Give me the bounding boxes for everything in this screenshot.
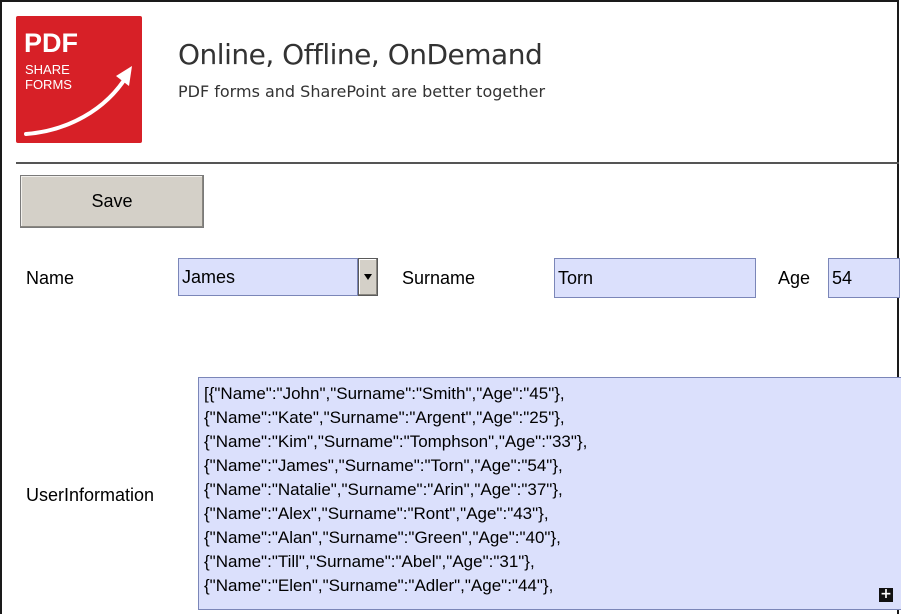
textarea-line: {"Name":"Kim","Surname":"Tomphson","Age"… bbox=[204, 432, 588, 451]
plus-icon[interactable]: + bbox=[879, 587, 893, 602]
userinformation-label: UserInformation bbox=[26, 485, 155, 505]
header-divider bbox=[16, 162, 899, 164]
surname-label: Surname bbox=[402, 268, 476, 288]
textarea-line: {"Name":"Elen","Surname":"Adler","Age":"… bbox=[204, 576, 554, 595]
name-dropdown-value: James bbox=[182, 266, 236, 287]
age-field-value: 54 bbox=[832, 267, 853, 288]
textarea-line: {"Name":"Natalie","Surname":"Arin","Age"… bbox=[204, 480, 563, 499]
userinformation-textarea[interactable]: [{"Name":"John","Surname":"Smith","Age":… bbox=[198, 377, 901, 610]
age-field[interactable]: 54 bbox=[828, 258, 900, 298]
pdf-share-forms-logo: PDF SHARE FORMS bbox=[16, 16, 142, 143]
save-button[interactable]: Save bbox=[20, 175, 204, 228]
surname-field[interactable]: Torn bbox=[554, 258, 756, 298]
chevron-down-icon bbox=[364, 274, 372, 280]
textarea-line: {"Name":"Alan","Surname":"Green","Age":"… bbox=[204, 528, 561, 547]
page-title: Online, Offline, OnDemand bbox=[178, 38, 543, 71]
textarea-line: {"Name":"James","Surname":"Torn","Age":"… bbox=[204, 456, 563, 475]
textarea-line: [{"Name":"John","Surname":"Smith","Age":… bbox=[204, 384, 565, 403]
textarea-line: {"Name":"Kate","Surname":"Argent","Age":… bbox=[204, 408, 565, 427]
surname-field-value: Torn bbox=[558, 267, 594, 288]
textarea-line: {"Name":"Till","Surname":"Abel","Age":"3… bbox=[204, 552, 535, 571]
name-dropdown-toggle[interactable] bbox=[358, 258, 378, 296]
textarea-line: {"Name":"Alex","Surname":"Ront","Age":"4… bbox=[204, 504, 549, 523]
arrow-icon bbox=[24, 66, 132, 136]
age-label: Age bbox=[778, 268, 811, 288]
page-subtitle: PDF forms and SharePoint are better toge… bbox=[178, 82, 546, 101]
name-dropdown[interactable]: James bbox=[178, 258, 358, 296]
name-label: Name bbox=[26, 268, 75, 288]
